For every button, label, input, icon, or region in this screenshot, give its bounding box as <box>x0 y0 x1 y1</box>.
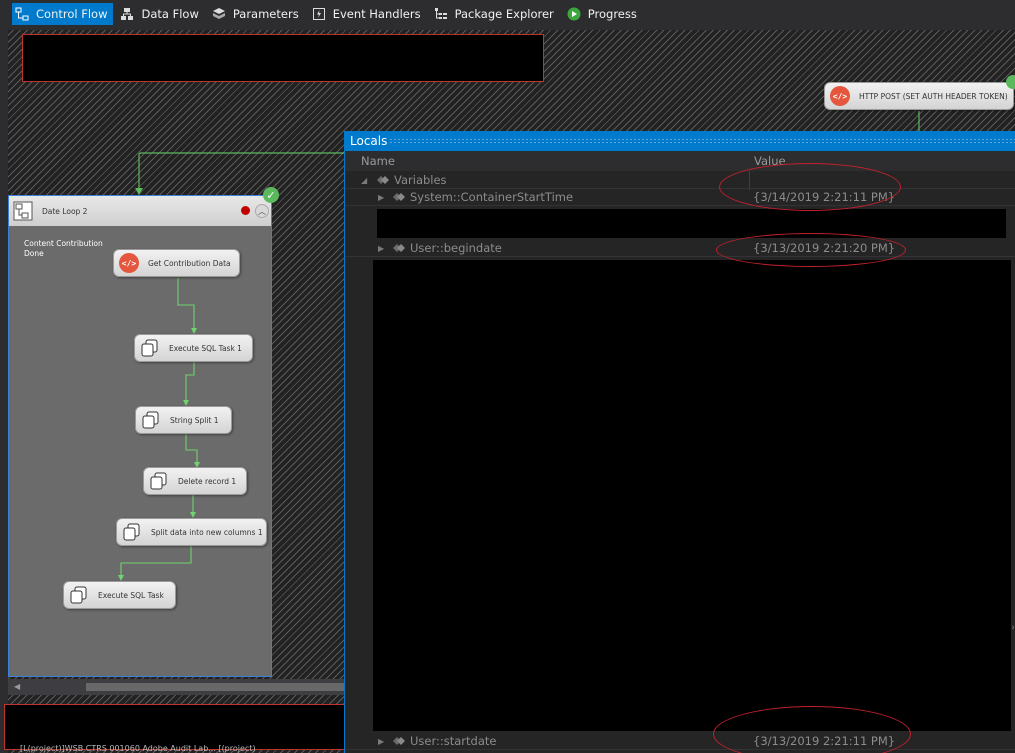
string-split-task[interactable]: String Split 1 <box>135 406 232 434</box>
locals-row-containerstarttime[interactable]: ▶ System::ContainerStartTime {3/14/2019 … <box>345 189 1015 206</box>
variable-name: User::startdate <box>410 734 497 748</box>
collapsed-arrow-icon[interactable]: ▶ <box>378 244 384 253</box>
task-label: Get Contribution Data <box>148 258 231 268</box>
variable-value: {3/13/2019 2:21:11 PM} <box>753 734 896 748</box>
variable-icon <box>391 735 405 747</box>
scrollbar-thumb[interactable] <box>86 683 345 691</box>
database-icon <box>139 337 161 359</box>
execute-sql-task[interactable]: Execute SQL Task <box>63 581 176 609</box>
ssis-designer: { "toolbar": { "tabs": [ {"label": "Cont… <box>0 0 1015 753</box>
redacted-region <box>373 260 1011 731</box>
database-icon <box>68 584 90 606</box>
redacted-region <box>4 704 348 750</box>
status-text: [L(project)]WSB CTRS 001060 Adobe Audit … <box>20 745 256 753</box>
horizontal-scrollbar[interactable]: ◀ <box>8 679 345 695</box>
column-header-value[interactable]: Value <box>754 154 786 168</box>
locals-column-header: Name Value <box>345 151 1015 171</box>
database-icon <box>148 470 170 492</box>
variable-name: System::ContainerStartTime <box>410 190 574 204</box>
column-header-name[interactable]: Name <box>361 154 395 168</box>
task-label: String Split 1 <box>170 415 219 425</box>
window-title: Locals <box>350 134 388 148</box>
task-label: Execute SQL Task <box>98 590 164 600</box>
collapsed-arrow-icon[interactable]: ▶ <box>378 193 384 202</box>
task-label: Execute SQL Task 1 <box>169 343 242 353</box>
variable-icon <box>391 191 405 203</box>
expanded-arrow-icon[interactable]: ◢ <box>361 176 367 185</box>
redacted-region <box>377 209 1006 238</box>
locals-row-variables[interactable]: ◢ Variables <box>345 172 1015 189</box>
locals-title-bar[interactable]: Locals <box>345 131 1015 151</box>
variables-icon <box>375 174 389 186</box>
locals-row-begindate[interactable]: ▶ User::begindate {3/13/2019 2:21:20 PM} <box>345 240 1015 257</box>
database-icon <box>121 521 143 543</box>
scroll-right-icon[interactable]: › <box>1011 623 1015 633</box>
get-contribution-data-task[interactable]: </> Get Contribution Data <box>113 249 240 277</box>
variable-icon <box>391 242 405 254</box>
split-data-task[interactable]: Split data into new columns 1 <box>116 518 267 546</box>
variable-name: Variables <box>394 173 447 187</box>
variable-value: {3/13/2019 2:21:20 PM} <box>753 241 896 255</box>
scroll-left-icon[interactable]: ◀ <box>14 682 20 691</box>
collapsed-arrow-icon[interactable]: ▶ <box>378 737 384 746</box>
task-label: Delete record 1 <box>178 476 237 486</box>
task-label: Split data into new columns 1 <box>151 527 263 537</box>
delete-record-task[interactable]: Delete record 1 <box>143 467 247 495</box>
script-task-icon: </> <box>118 252 140 274</box>
execute-sql-task-1[interactable]: Execute SQL Task 1 <box>134 334 253 362</box>
title-bar-grip <box>389 138 1015 144</box>
variable-value: {3/14/2019 2:21:11 PM} <box>753 190 896 204</box>
locals-window: Locals Name Value ◢ Variables ▶ System::… <box>344 131 1015 753</box>
database-icon <box>140 409 162 431</box>
locals-row-startdate[interactable]: ▶ User::startdate {3/13/2019 2:21:11 PM} <box>345 733 1015 750</box>
variable-name: User::begindate <box>410 241 502 255</box>
